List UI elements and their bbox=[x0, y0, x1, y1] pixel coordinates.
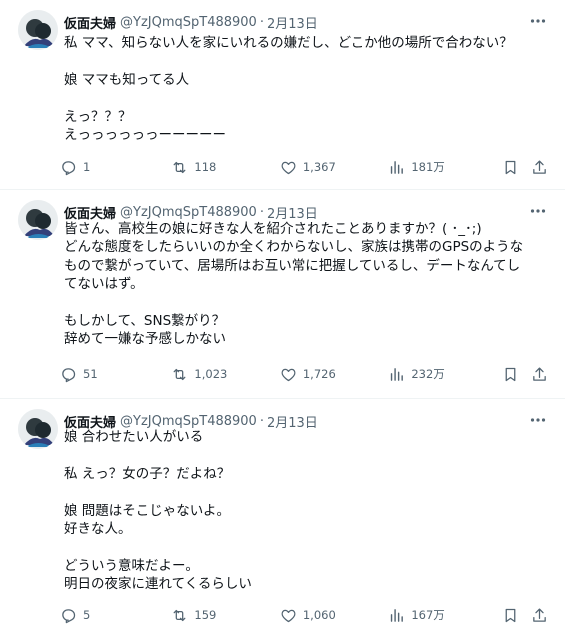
tweet-line: どういう意味だよー。 bbox=[64, 557, 199, 574]
more-icon[interactable] bbox=[527, 10, 549, 32]
reply-count: 51 bbox=[83, 367, 98, 381]
like-count: 1,060 bbox=[302, 608, 336, 622]
bookmark-button[interactable] bbox=[502, 159, 532, 176]
views-count: 232万 bbox=[411, 367, 445, 381]
heart-icon bbox=[281, 161, 296, 174]
tweet-line: 娘 問題はそこじゃないよ。 bbox=[64, 502, 231, 519]
tweet-date[interactable]: 2月13日 bbox=[267, 13, 318, 32]
reply-button[interactable]: 1 bbox=[60, 159, 171, 176]
reply-count: 5 bbox=[83, 608, 91, 622]
tweet-line: 娘 合わせたい人がいる bbox=[64, 429, 204, 445]
avatar[interactable] bbox=[18, 10, 58, 50]
tweet-line bbox=[64, 446, 545, 464]
like-button[interactable]: 1,060 bbox=[280, 607, 388, 624]
reply-icon bbox=[62, 608, 76, 623]
tweet[interactable]: 仮面夫婦 @YzJQmqSpT488900 · 2月13日 娘 合わせたい人がい… bbox=[0, 399, 565, 640]
retweet-button[interactable]: 1,023 bbox=[171, 366, 279, 383]
tweet-text: 娘 合わせたい人がいる 私 えっ？女の子？だよね？ 娘 問題はそこじゃないよ。 … bbox=[64, 428, 545, 594]
tweet-line bbox=[64, 294, 545, 312]
views-button[interactable]: 181万 bbox=[388, 159, 501, 176]
share-icon bbox=[533, 607, 547, 622]
retweet-count: 1,023 bbox=[194, 367, 228, 381]
retweet-icon bbox=[173, 368, 186, 380]
views-icon bbox=[391, 160, 404, 174]
heart-icon bbox=[281, 368, 296, 381]
bookmark-icon bbox=[505, 608, 516, 622]
author-name[interactable]: 仮面夫婦 bbox=[64, 203, 116, 222]
share-button[interactable] bbox=[531, 607, 551, 624]
views-button[interactable]: 232万 bbox=[388, 366, 501, 383]
tweet-line: えっっっっっっーーーーー bbox=[64, 126, 226, 143]
retweet-icon bbox=[173, 609, 186, 621]
tweet-actions: 5 159 1,060 167万 bbox=[60, 604, 551, 626]
reply-icon bbox=[62, 160, 76, 175]
tweet-line: もしかして、SNS繋がり？ bbox=[64, 312, 226, 329]
tweet-line: もので繋がっていて、居場所はお互い常に把握しているし、デートなんてし bbox=[64, 257, 521, 274]
separator-dot: · bbox=[259, 413, 264, 429]
avatar[interactable] bbox=[18, 409, 58, 449]
tweet-text: 私 ママ、知らない人を家にいれるの嫌だし、どこか他の場所で合わない？ 娘 ママも… bbox=[64, 34, 545, 144]
heart-icon bbox=[281, 609, 296, 622]
tweet[interactable]: 仮面夫婦 @YzJQmqSpT488900 · 2月13日 私 ママ、知らない人… bbox=[0, 0, 565, 190]
views-icon bbox=[391, 608, 404, 622]
tweet[interactable]: 仮面夫婦 @YzJQmqSpT488900 · 2月13日 皆さん、高校生の娘に… bbox=[0, 190, 565, 399]
tweet-line: 私 ママ、知らない人を家にいれるの嫌だし、どこか他の場所で合わない？ bbox=[64, 35, 513, 51]
views-icon bbox=[391, 367, 404, 381]
tweet-line bbox=[64, 52, 545, 70]
tweet-line: どんな態度をしたらいいのか全くわからないし、家族は携帯のGPSのような bbox=[64, 239, 524, 256]
tweet-line: てないはず。 bbox=[64, 276, 144, 293]
bookmark-button[interactable] bbox=[502, 366, 532, 383]
author-handle[interactable]: @YzJQmqSpT488900 bbox=[120, 15, 257, 30]
retweet-button[interactable]: 118 bbox=[171, 159, 279, 176]
reply-button[interactable]: 51 bbox=[60, 366, 171, 383]
share-button[interactable] bbox=[531, 159, 551, 176]
share-button[interactable] bbox=[531, 366, 551, 383]
tweet-text: 皆さん、高校生の娘に好きな人を紹介されたことありますか？( ･_･;) どんな態… bbox=[64, 220, 545, 349]
like-count: 1,726 bbox=[302, 367, 336, 381]
tweet-line bbox=[64, 483, 545, 501]
share-icon bbox=[533, 366, 547, 381]
separator-dot: · bbox=[259, 204, 264, 220]
views-count: 181万 bbox=[411, 160, 445, 174]
author-handle[interactable]: @YzJQmqSpT488900 bbox=[120, 414, 257, 429]
reply-count: 1 bbox=[83, 160, 91, 174]
separator-dot: · bbox=[259, 14, 264, 30]
tweet-line: 辞めて一嫌な予感しかない bbox=[64, 331, 226, 348]
retweet-count: 118 bbox=[194, 160, 217, 174]
like-count: 1,367 bbox=[302, 160, 336, 174]
retweet-count: 159 bbox=[194, 608, 217, 622]
tweet-line: 明日の夜家に連れてくるらしい bbox=[64, 576, 252, 593]
tweet-line bbox=[64, 538, 545, 556]
avatar[interactable] bbox=[18, 200, 58, 240]
retweet-button[interactable]: 159 bbox=[171, 607, 279, 624]
bookmark-icon bbox=[505, 160, 516, 174]
like-button[interactable]: 1,726 bbox=[280, 366, 388, 383]
tweet-line: 好きな人。 bbox=[64, 520, 132, 537]
like-button[interactable]: 1,367 bbox=[280, 159, 388, 176]
retweet-icon bbox=[173, 161, 186, 173]
views-count: 167万 bbox=[411, 608, 445, 622]
reply-button[interactable]: 5 bbox=[60, 607, 171, 624]
reply-icon bbox=[62, 367, 76, 382]
share-icon bbox=[533, 159, 547, 174]
tweet-actions: 1 118 1,367 181万 bbox=[60, 156, 551, 178]
tweet-line: 娘 ママも知ってる人 bbox=[64, 71, 190, 88]
more-icon[interactable] bbox=[527, 200, 549, 222]
tweet-line: 皆さん、高校生の娘に好きな人を紹介されたことありますか？( ･_･;) bbox=[64, 221, 482, 237]
tweet-line: 私 えっ？女の子？だよね？ bbox=[64, 465, 231, 482]
tweet-line: えっ？？？ bbox=[64, 108, 132, 125]
tweet-date[interactable]: 2月13日 bbox=[267, 203, 318, 222]
tweet-actions: 51 1,023 1,726 232万 bbox=[60, 363, 551, 385]
bookmark-icon bbox=[505, 367, 516, 381]
tweet-line bbox=[64, 89, 545, 107]
author-name[interactable]: 仮面夫婦 bbox=[64, 13, 116, 32]
author-handle[interactable]: @YzJQmqSpT488900 bbox=[120, 205, 257, 220]
bookmark-button[interactable] bbox=[502, 607, 532, 624]
views-button[interactable]: 167万 bbox=[388, 607, 501, 624]
